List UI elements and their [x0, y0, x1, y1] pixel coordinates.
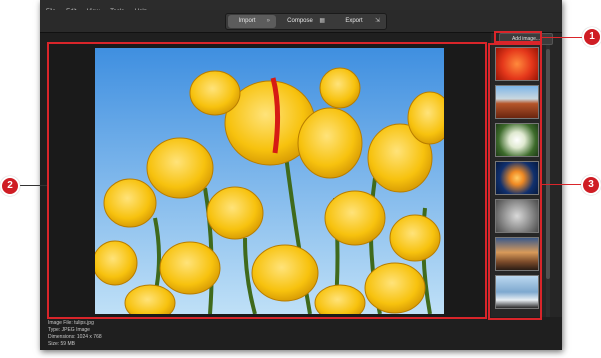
toolbar: Import » Compose ▦ Export ⇲ — [40, 10, 562, 33]
chevron-right-icon: » — [266, 18, 270, 24]
scrollbar-thumb[interactable] — [546, 49, 550, 279]
callout-1: 1 — [582, 27, 601, 47]
compose-label: Compose — [287, 18, 313, 24]
import-mode-button[interactable]: Import » — [228, 15, 276, 28]
compose-icon: ▦ — [319, 18, 325, 24]
mode-switcher: Import » Compose ▦ Export ⇲ — [225, 13, 387, 30]
callout-3: 3 — [581, 175, 601, 195]
export-mode-button[interactable]: Export ⇲ — [334, 15, 384, 28]
image-info-panel: Image File: tulips.jpg Type: JPEG Image … — [48, 320, 102, 348]
preview-highlight-box — [47, 42, 487, 319]
menu-bar: File Edit View Tools Help — [40, 0, 562, 15]
add-button-highlight-box — [494, 31, 542, 43]
import-label: Import — [238, 18, 256, 24]
thumbnail-scrollbar[interactable] — [546, 45, 550, 317]
compose-mode-button[interactable]: Compose ▦ — [281, 15, 329, 28]
callout-1-leader — [542, 37, 583, 38]
thumbnails-highlight-box — [488, 43, 542, 320]
info-type: Type: JPEG Image — [48, 327, 90, 333]
info-file: Image File: tulips.jpg — [48, 320, 94, 326]
callout-3-leader — [542, 184, 582, 185]
callout-2-leader — [16, 185, 47, 186]
export-icon: ⇲ — [374, 18, 380, 24]
info-dimensions: Dimensions: 1024 x 768 — [48, 334, 102, 340]
export-label: Export — [345, 18, 363, 24]
info-size: Size: 59 MB — [48, 341, 75, 347]
callout-2: 2 — [0, 176, 20, 196]
